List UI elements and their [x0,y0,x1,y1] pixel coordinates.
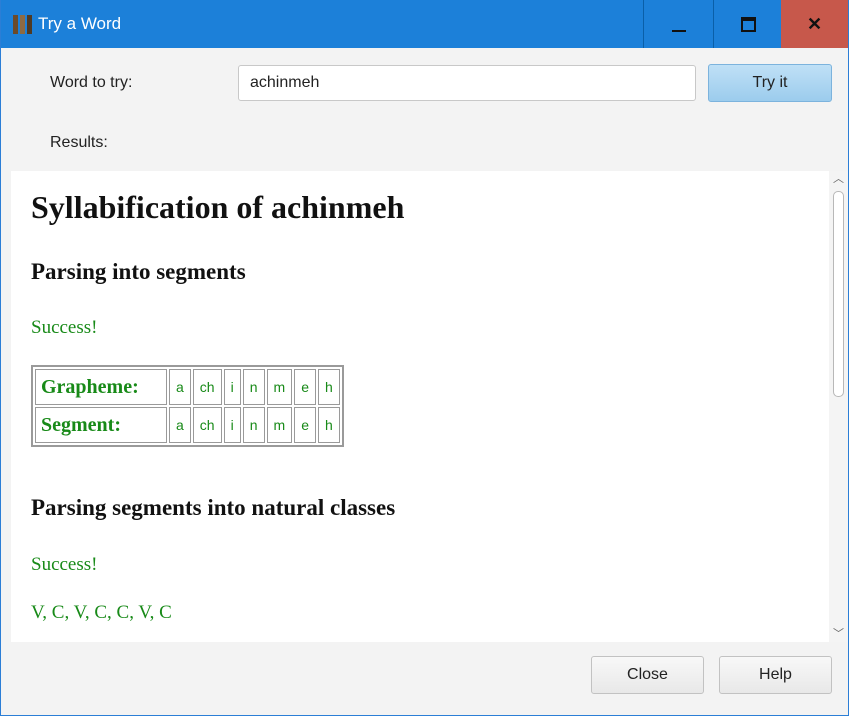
scroll-up-icon[interactable]: ︿ [833,173,844,184]
close-button[interactable]: Close [591,656,704,694]
grapheme-cell: i [223,369,241,405]
results-pane[interactable]: Syllabification of achinmeh Parsing into… [11,171,829,642]
segment-row: Segment: a ch i n m e h [35,407,340,443]
natural-classes-status: Success! [31,554,98,575]
minimize-icon [671,30,686,32]
word-to-try-label: Word to try: [50,74,133,91]
grapheme-label: Grapheme: [35,369,167,405]
close-icon: ✕ [806,13,823,34]
maximize-button[interactable] [713,0,783,48]
segment-cell: n [242,407,265,443]
window-title: Try a Word [38,14,122,33]
try-a-word-window: Try a Word ✕ Word to try: Try it Results… [0,0,849,716]
segment-cell: m [266,407,293,443]
segment-label: Segment: [35,407,167,443]
close-window-button[interactable]: ✕ [781,0,848,48]
title-bar: Try a Word ✕ [1,0,848,48]
segments-heading: Parsing into segments [31,259,246,284]
grapheme-cell: a [169,369,191,405]
grapheme-cell: h [317,369,340,405]
help-button[interactable]: Help [719,656,832,694]
grapheme-cell: e [294,369,316,405]
word-input[interactable] [238,65,696,101]
grapheme-cell: ch [192,369,222,405]
segment-cell: a [169,407,191,443]
scroll-down-icon[interactable]: ﹀ [833,628,844,639]
grapheme-row: Grapheme: a ch i n m e h [35,369,340,405]
segment-cell: h [317,407,340,443]
results-scrollbar[interactable]: ︿ ﹀ [829,171,848,642]
segment-cell: e [294,407,316,443]
segment-table: Grapheme: a ch i n m e h Segment: a ch i… [31,365,344,447]
natural-classes-heading: Parsing segments into natural classes [31,495,396,520]
scrollbar-thumb[interactable] [833,191,844,397]
segment-cell: i [223,407,241,443]
app-icon [13,15,32,34]
segment-cell: ch [192,407,222,443]
results-label: Results: [50,134,108,151]
results-heading: Syllabification of achinmeh [31,189,405,225]
grapheme-cell: n [242,369,265,405]
grapheme-cell: m [266,369,293,405]
try-it-button[interactable]: Try it [708,64,832,102]
maximize-icon [741,16,756,32]
natural-classes-result: V, C, V, C, C, V, C [31,602,172,623]
minimize-button[interactable] [643,0,713,48]
segments-status: Success! [31,317,98,338]
